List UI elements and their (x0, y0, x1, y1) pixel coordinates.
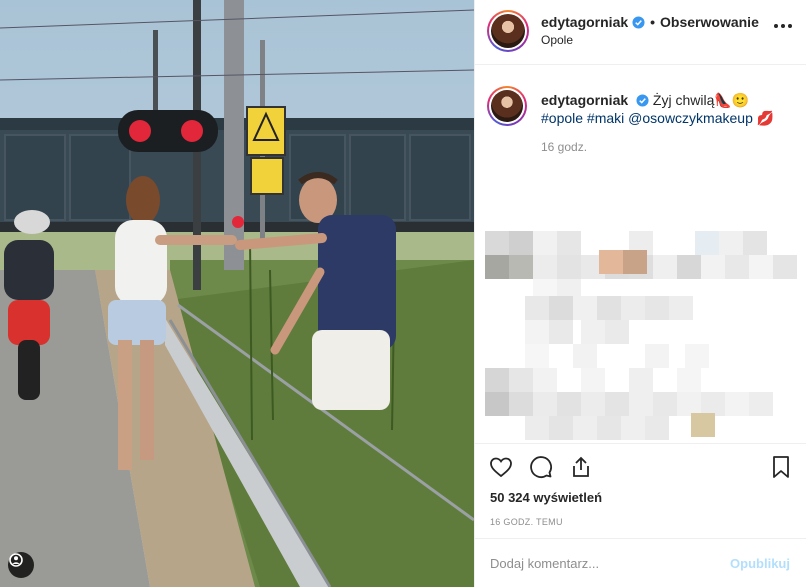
more-icon[interactable] (774, 24, 792, 28)
comment-icon[interactable] (528, 454, 554, 480)
comment-form: Opublikuj (474, 538, 806, 587)
separator-dot: • (650, 14, 656, 30)
caption-hashtags[interactable]: #opole #maki @osowczykmakeup (541, 110, 753, 126)
heart-icon[interactable] (488, 454, 514, 480)
verified-icon (636, 94, 649, 107)
action-row (488, 454, 594, 480)
follow-button[interactable]: Obserwowanie (660, 14, 759, 30)
username-link[interactable]: edytagorniak (541, 14, 628, 30)
views-number: 50 324 (490, 490, 530, 505)
verified-icon (632, 15, 645, 29)
views-label: wyświetleń (533, 490, 603, 505)
media-badge-icon[interactable] (8, 552, 34, 578)
caption-username[interactable]: edytagorniak (541, 92, 628, 108)
location-link[interactable]: Opole (541, 33, 573, 47)
comment-input[interactable] (490, 555, 720, 571)
caption-body: Żyj chwilą (652, 92, 715, 108)
video-frame (0, 0, 474, 587)
bookmark-icon[interactable] (768, 454, 794, 480)
caption-avatar[interactable] (487, 86, 527, 126)
avatar[interactable] (487, 10, 529, 52)
publish-button[interactable]: Opublikuj (730, 556, 790, 571)
caption-text: edytagorniak Żyj chwilą👠🙂 #opole #maki @… (541, 91, 791, 127)
caption-age: 16 godz. (541, 140, 588, 154)
post-media[interactable] (0, 0, 474, 587)
avatar-photo (491, 14, 525, 48)
pixelated-comments (485, 166, 797, 440)
header-user-line: edytagorniak • Obserwowanie (541, 14, 759, 30)
caption-section: edytagorniak Żyj chwilą👠🙂 #opole #maki @… (475, 65, 806, 443)
hashtag-emoji: 💋 (756, 110, 775, 126)
caption-emoji: 👠🙂 (714, 92, 750, 108)
post-header: edytagorniak • Obserwowanie Opole (475, 0, 806, 65)
post-actions: 50 324 wyświetleń 16 GODZ. TEMU (474, 443, 806, 538)
views-count[interactable]: 50 324 wyświetleń (490, 490, 602, 505)
post-timestamp[interactable]: 16 GODZ. TEMU (490, 517, 563, 527)
share-icon[interactable] (568, 454, 594, 480)
